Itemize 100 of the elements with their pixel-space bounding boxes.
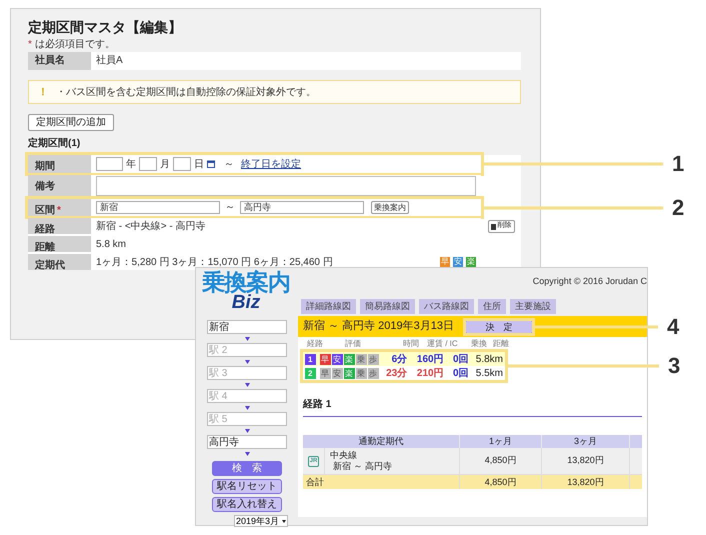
route-distance: 5.5km [474,366,503,380]
field-label: 備考 [35,180,55,194]
field-label: 社員名 [28,52,91,70]
result-row[interactable]: 1 早 安 楽 乗 歩 6分 160円 0回 5.8km [303,352,505,366]
column-header: 評価 [345,339,362,349]
station-field[interactable]: 高円寺 [207,435,287,449]
copyright-text: Copyright © 2016 Jorudan C [532,275,647,288]
from-station-field[interactable]: 新宿 [96,201,220,214]
result-row[interactable]: 2 早 安 楽 乗 歩 23分 210円 0回 5.5km [303,366,505,380]
column-header: 運賃 / IC [427,339,459,349]
transfer-count: 0回 [452,366,469,380]
station-field[interactable]: 新宿 [207,320,287,334]
field-label: 経路 [35,222,55,234]
rating-badge: 安 [332,354,342,364]
route-value: 新宿 - <中央線> - 高円寺 [96,220,206,234]
logo: 乗換案内 Biz [201,268,291,312]
station-field[interactable]: 駅 3 [207,366,287,380]
fare-value: 1ヶ月：5,280 円 3ヶ月：15,070 円 6ヶ月：25,460 円 [96,256,334,270]
fare-amount: 210円 [416,366,444,380]
callout-number: 3 [668,354,680,378]
badge: 早 [440,257,450,267]
map-tab[interactable]: 詳細路線図 [301,299,356,314]
distance-value: 5.8 km [96,238,126,252]
required-note: は必須項目です。 [34,39,115,51]
date-field[interactable] [139,157,157,171]
date-field[interactable] [173,157,191,171]
required-mark: * [28,39,32,51]
field-label: 定期代 [35,258,65,270]
page-title: 定期区間マスタ【編集】 [28,18,182,37]
rating-badge: 楽 [344,354,354,364]
warning-icon: ！ [38,84,48,100]
down-arrow-icon [244,336,250,340]
map-tab[interactable]: バス路線図 [419,299,474,314]
calendar-icon[interactable] [207,160,215,168]
line-name: 中央線 [330,450,358,461]
column-header: 距離 [493,339,510,349]
end-date-link[interactable]: 終了日を設定 [241,156,301,172]
caret-icon [282,520,286,522]
tilde: ～ [225,201,235,215]
station-field[interactable]: 駅 4 [207,389,287,403]
date-unit: 日 [194,158,204,172]
route-summary: 新宿 ～ 高円寺 2019年3月13日 [303,318,455,334]
down-arrow-icon [244,428,250,432]
down-arrow-icon [244,452,250,456]
date-unit: 月 [160,158,170,172]
field-label: 距離 [35,240,55,252]
column-header: 経路 [307,339,324,349]
route-number: 1 [305,354,316,364]
column-header: 乗換 [471,339,488,349]
station-field[interactable]: 駅 2 [207,343,287,357]
warning-text: ・バス区間を含む定期区間は自動控除の保証対象外です。 [56,86,316,100]
highlight-frame [463,318,535,336]
swap-button[interactable]: 駅名入れ替え [212,497,282,512]
route-title: 経路 1 [303,399,332,410]
table-cell: 4,850円 [460,448,542,474]
travel-time: 23分 [385,366,408,380]
route-number: 2 [305,368,316,378]
rating-badge: 早 [320,354,330,364]
required-mark: * [57,204,61,216]
rating-badge: 乗 [356,354,366,364]
station-field[interactable]: 駅 5 [207,412,287,426]
down-arrow-icon [244,406,250,410]
rating-badge: 乗 [356,368,366,378]
add-section-button[interactable]: 定期区間の追加 [28,114,114,131]
reset-button[interactable]: 駅名リセット [212,479,282,494]
column-header: 時間 [403,339,420,349]
field-label: 期間 [35,160,55,173]
remarks-field[interactable] [96,176,476,196]
trash-icon [490,224,496,230]
rating-badge: 早 [320,368,330,378]
down-arrow-icon [244,382,250,386]
travel-time: 6分 [390,352,408,366]
tilde: ～ [224,158,234,172]
transfer-count: 0回 [452,352,469,366]
field-label: 区間 [35,204,55,216]
to-station-field[interactable]: 高円寺 [240,201,364,214]
map-tab[interactable]: 住所 [478,299,506,314]
callout-number: 2 [672,196,684,220]
table-cell: 13,820円 [542,475,630,489]
badge: 楽 [466,257,476,267]
transfer-guide-button[interactable]: 乗換案内 [371,201,409,214]
map-tab[interactable]: 主要施設 [510,299,556,314]
rating-badge: 楽 [344,368,354,378]
total-label: 合計 [303,475,460,489]
table-cell: 13,820円 [542,448,630,474]
rating-badge: 安 [332,368,342,378]
date-field[interactable] [96,157,123,171]
callout-number: 4 [667,314,680,338]
badge: 安 [453,257,463,267]
field-value: 社員A [95,54,124,68]
search-button[interactable]: 検 索 [212,461,282,476]
rating-badge: 歩 [368,354,378,364]
callout-number: 1 [672,152,684,176]
month-select[interactable]: 2019年3月 [234,515,288,527]
line-section: 新宿 ～ 高円寺 [330,461,392,472]
table-cell: 4,850円 [460,475,542,489]
fare-amount: 160円 [416,352,444,366]
route-distance: 5.8km [474,352,503,366]
map-tab[interactable]: 簡易路線図 [360,299,415,314]
section-title: 定期区間(1) [28,137,80,150]
